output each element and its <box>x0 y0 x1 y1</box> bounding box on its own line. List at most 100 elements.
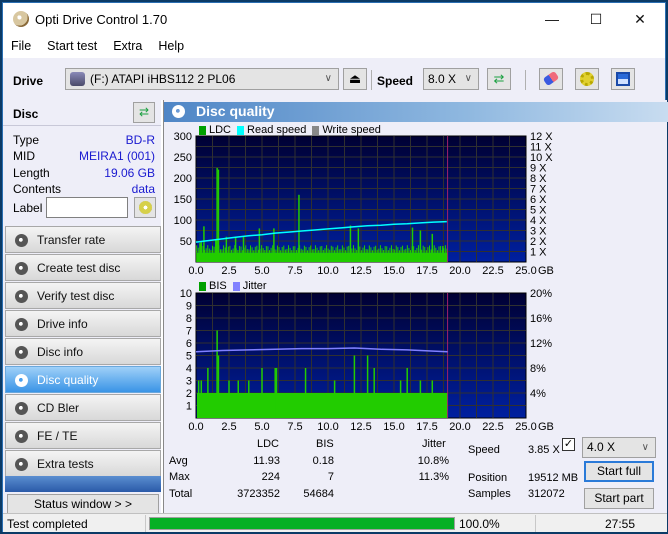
x-tick-label: 25.0 <box>515 265 536 277</box>
stats-total-ldc: 3723352 <box>237 488 280 500</box>
disc-icon <box>15 290 28 303</box>
disc-length-value: 19.06 GB <box>104 166 155 180</box>
disc-contents-value: data <box>131 182 155 196</box>
y2-tick-label: 8 X <box>530 173 547 185</box>
x-tick-label: 15.0 <box>383 265 404 277</box>
nav-fe-te[interactable]: FE / TE <box>5 422 161 449</box>
label-input[interactable] <box>46 197 128 218</box>
close-button[interactable]: ✕ <box>617 3 663 35</box>
speed-label: Speed <box>468 444 500 456</box>
y2-tick-label: 2 X <box>530 236 547 248</box>
disc-contents-key: Contents <box>13 182 62 196</box>
drive-select[interactable]: (F:) ATAPI iHBS112 2 PL06 ∨ <box>65 68 339 90</box>
y-tick-label: 2 <box>186 388 192 400</box>
y-tick-label: 150 <box>174 194 192 206</box>
jitter-checkbox[interactable]: ✓ <box>562 438 575 451</box>
refresh-icon: ⇄ <box>138 105 150 119</box>
status-window-button[interactable]: Status window > > <box>7 494 159 514</box>
y2-tick-label: 7 X <box>530 184 547 196</box>
nav-drive-info[interactable]: Drive info <box>5 310 161 337</box>
gears-icon <box>580 72 594 86</box>
refresh-button[interactable]: ⇄ <box>487 68 511 90</box>
disc-header-label: Disc <box>13 107 39 121</box>
nav-cd-bler[interactable]: CD Bler <box>5 394 161 421</box>
disc-mid-value: MEIRA1 (001) <box>78 149 155 163</box>
y2-tick-label: 3 X <box>530 226 547 238</box>
disc-icon <box>15 402 28 415</box>
menu-help[interactable]: Help <box>150 36 192 53</box>
start-full-button[interactable]: Start full <box>584 461 654 482</box>
menu-file[interactable]: File <box>3 36 39 53</box>
eject-button[interactable]: ⏏ <box>343 68 367 90</box>
nav-create-test-disc[interactable]: Create test disc <box>5 254 161 281</box>
position-label: Position <box>468 472 508 484</box>
nav-label: Drive info <box>37 317 88 331</box>
erase-button[interactable] <box>539 68 563 90</box>
save-button[interactable] <box>611 68 635 90</box>
y-tick-label: 50 <box>180 236 192 248</box>
disc-type-key: Type <box>13 133 40 147</box>
y-tick-label: 4 <box>186 363 192 375</box>
window-title: Opti Drive Control 1.70 <box>35 12 168 27</box>
nav-label: Verify test disc <box>37 289 115 303</box>
stats-total-bis: 54684 <box>303 488 334 500</box>
y2-tick-label: 4 X <box>530 215 547 227</box>
x-tick-label: 25.0 <box>515 421 536 430</box>
left-panel: Disc ⇄ Type BD-R MID MEIRA1 (001) Length 19… <box>3 100 161 514</box>
settings-button[interactable] <box>575 68 599 90</box>
y-tick-label: 300 <box>174 131 192 143</box>
y-tick-label: 100 <box>174 215 192 227</box>
x-tick-label: 22.5 <box>482 265 503 277</box>
y-tick-label: 6 <box>186 338 192 350</box>
chevron-down-icon: ∨ <box>324 73 332 84</box>
speed-label: Speed <box>377 74 414 88</box>
start-part-button[interactable]: Start part <box>584 488 654 509</box>
x-tick-label: 20.0 <box>449 421 470 430</box>
nav-extra-tests[interactable]: Extra tests <box>5 450 161 477</box>
floppy-icon <box>616 72 630 86</box>
disc-refresh-button[interactable]: ⇄ <box>133 102 155 123</box>
y2-tick-label: 11 X <box>530 142 552 154</box>
x-axis-label: GB <box>538 265 554 277</box>
disc-icon <box>15 318 28 331</box>
stats-col-bis: BIS <box>316 438 334 450</box>
disc-icon <box>15 346 28 359</box>
drive-value: (F:) ATAPI iHBS112 2 PL06 <box>90 72 236 86</box>
progress-fill <box>150 518 454 529</box>
disc-icon <box>15 458 28 471</box>
x-tick-label: 2.5 <box>221 421 236 430</box>
minimize-button[interactable]: — <box>529 3 575 35</box>
x-tick-label: 12.5 <box>350 421 371 430</box>
nav-disc-quality[interactable]: Disc quality <box>5 366 161 393</box>
disc-length-key: Length <box>13 166 50 180</box>
nav-transfer-rate[interactable]: Transfer rate <box>5 226 161 253</box>
x-tick-label: 5.0 <box>254 421 269 430</box>
y2-tick-label: 12% <box>530 338 552 350</box>
disc-icon <box>15 262 28 275</box>
test-speed-select[interactable]: 4.0 X ∨ <box>582 437 656 458</box>
test-speed-value: 4.0 X <box>587 440 616 454</box>
y2-tick-label: 10 X <box>530 152 553 164</box>
stats-col-jitter: Jitter <box>422 438 446 450</box>
menu-extra[interactable]: Extra <box>105 36 150 53</box>
y2-tick-label: 8% <box>530 363 546 375</box>
label-disc-button[interactable] <box>134 197 156 218</box>
progress-percent: 100.0% <box>459 517 500 531</box>
menu-start-test[interactable]: Start test <box>39 36 105 53</box>
y-tick-label: 7 <box>186 326 192 338</box>
y-tick-label: 3 <box>186 376 192 388</box>
nav-verify-test-disc[interactable]: Verify test disc <box>5 282 161 309</box>
chevron-down-icon: ∨ <box>464 73 472 84</box>
disc-contents-row: Contents data <box>13 182 155 198</box>
maximize-button[interactable]: ☐ <box>573 3 619 35</box>
x-tick-label: 17.5 <box>416 421 437 430</box>
eject-icon: ⏏ <box>348 71 362 86</box>
nav-label: FE / TE <box>37 429 78 443</box>
x-tick-label: 7.5 <box>287 421 302 430</box>
stats-avg-jitter: 10.8% <box>417 455 449 467</box>
nav-disc-info[interactable]: Disc info <box>5 338 161 365</box>
speed-select[interactable]: 8.0 X ∨ <box>423 68 479 90</box>
y2-tick-label: 16% <box>530 313 552 325</box>
x-tick-label: 17.5 <box>416 265 437 277</box>
disc-quality-panel: Disc quality LDC Read speed Write speed … <box>163 100 668 513</box>
